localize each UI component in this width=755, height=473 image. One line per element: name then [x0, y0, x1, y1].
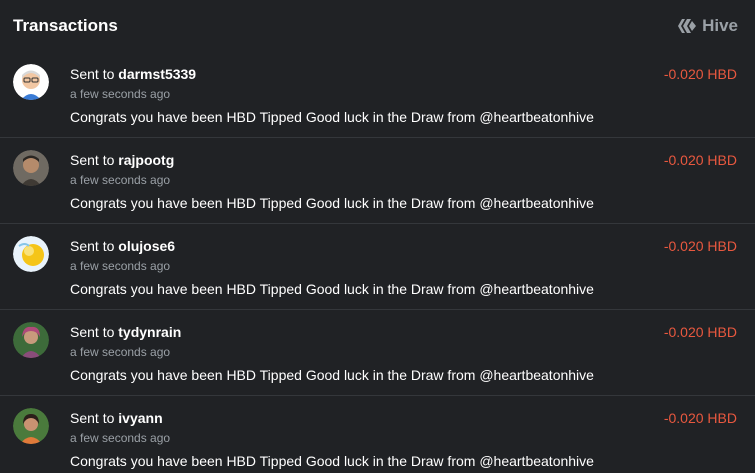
timestamp: a few seconds ago — [70, 259, 171, 273]
avatar[interactable] — [13, 322, 49, 358]
transaction-list: Sent to darmst5339 a few seconds ago Con… — [0, 52, 755, 473]
transfer-prefix: Sent to — [70, 152, 115, 168]
page-title: Transactions — [13, 16, 118, 35]
timestamp: a few seconds ago — [70, 173, 171, 187]
transfer-summary: Sent to darmst5339 — [70, 66, 196, 82]
recipient-username[interactable]: rajpootg — [118, 152, 174, 168]
hive-brand-label: Hive — [702, 16, 738, 35]
memo-text: Congrats you have been HBD Tipped Good l… — [70, 281, 594, 297]
transactions-panel: Transactions Hive Sent to darmst5339 a f… — [0, 0, 755, 473]
transfer-prefix: Sent to — [70, 238, 115, 254]
memo-text: Congrats you have been HBD Tipped Good l… — [70, 367, 594, 383]
amount: -0.020 HBD — [663, 324, 737, 340]
transfer-summary: Sent to ivyann — [70, 410, 163, 426]
hive-logo-icon — [678, 18, 697, 34]
avatar[interactable] — [13, 236, 49, 272]
transaction-row[interactable]: Sent to ivyann a few seconds ago Congrat… — [0, 396, 755, 473]
transaction-row[interactable]: Sent to olujose6 a few seconds ago Congr… — [0, 224, 755, 310]
transaction-row[interactable]: Sent to rajpootg a few seconds ago Congr… — [0, 138, 755, 224]
transaction-row[interactable]: Sent to tydynrain a few seconds ago Cong… — [0, 310, 755, 396]
transfer-prefix: Sent to — [70, 324, 115, 340]
avatar[interactable] — [13, 64, 49, 100]
amount: -0.020 HBD — [663, 66, 737, 82]
avatar[interactable] — [13, 150, 49, 186]
transaction-row[interactable]: Sent to darmst5339 a few seconds ago Con… — [0, 52, 755, 138]
transfer-summary: Sent to tydynrain — [70, 324, 181, 340]
memo-text: Congrats you have been HBD Tipped Good l… — [70, 109, 594, 125]
transfer-prefix: Sent to — [70, 66, 115, 82]
amount: -0.020 HBD — [663, 410, 737, 426]
avatar[interactable] — [13, 408, 49, 444]
timestamp: a few seconds ago — [70, 431, 171, 445]
recipient-username[interactable]: darmst5339 — [118, 66, 196, 82]
timestamp: a few seconds ago — [70, 87, 171, 101]
transfer-summary: Sent to olujose6 — [70, 238, 175, 254]
recipient-username[interactable]: ivyann — [118, 410, 162, 426]
recipient-username[interactable]: olujose6 — [118, 238, 175, 254]
transfer-prefix: Sent to — [70, 410, 115, 426]
transfer-summary: Sent to rajpootg — [70, 152, 174, 168]
memo-text: Congrats you have been HBD Tipped Good l… — [70, 453, 594, 469]
hive-brand[interactable]: Hive — [678, 16, 738, 36]
amount: -0.020 HBD — [663, 152, 737, 168]
memo-text: Congrats you have been HBD Tipped Good l… — [70, 195, 594, 211]
recipient-username[interactable]: tydynrain — [118, 324, 181, 340]
panel-header: Transactions Hive — [0, 0, 755, 52]
amount: -0.020 HBD — [663, 238, 737, 254]
timestamp: a few seconds ago — [70, 345, 171, 359]
